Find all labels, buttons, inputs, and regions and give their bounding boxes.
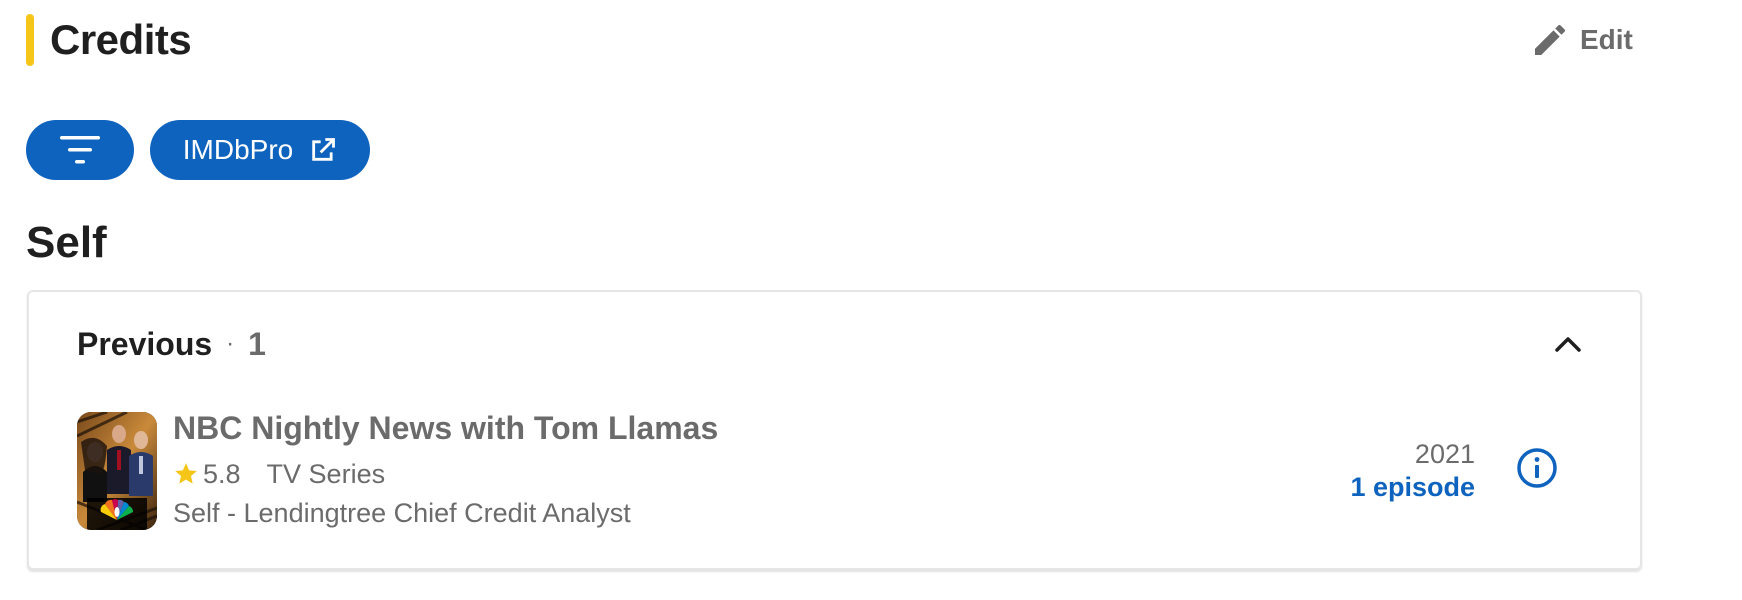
filter-icon [60,136,100,164]
imdbpro-button[interactable]: IMDbPro [150,120,370,180]
filter-button[interactable] [26,120,134,180]
collapse-button[interactable] [1546,322,1590,366]
credits-header: Credits [26,14,192,66]
episodes-link[interactable]: 1 episode [1350,470,1475,504]
poster-thumbnail[interactable] [77,412,157,530]
edit-label: Edit [1580,24,1633,55]
edit-button[interactable]: Edit [1530,18,1633,62]
group-count: 1 [248,325,266,362]
credit-year-episodes: 2021 1 episode [1350,438,1475,504]
group-title: Previous [77,325,213,362]
credit-title-link[interactable]: NBC Nightly News with Tom Llamas [173,410,718,447]
credits-page: Credits Edit IMDbPro Self Previous · 1 N… [0,0,1742,600]
chevron-up-icon [1555,337,1581,352]
credit-role: Self - Lendingtree Chief Credit Analyst [173,498,631,528]
credit-item: NBC Nightly News with Tom Llamas 5.8 TV … [77,410,1597,532]
info-button[interactable] [1515,446,1559,490]
star-icon [175,463,197,484]
pencil-icon [1535,24,1566,55]
accent-bar [26,14,34,66]
credit-year: 2021 [1414,439,1475,469]
info-icon [1517,448,1557,488]
title-type: TV Series [266,458,386,489]
imdbpro-label: IMDbPro [182,134,294,165]
poster-image [77,412,157,530]
separator-dot: · [226,330,235,357]
credit-meta: 5.8 TV Series [173,456,385,492]
group-header[interactable]: Previous · 1 [77,322,266,366]
external-link-icon [312,138,336,161]
rating-value: 5.8 [203,458,241,489]
page-title: Credits [50,16,192,63]
section-heading: Self [26,218,107,267]
credits-group-card: Previous · 1 NBC Nightly News with Tom L… [27,290,1642,570]
